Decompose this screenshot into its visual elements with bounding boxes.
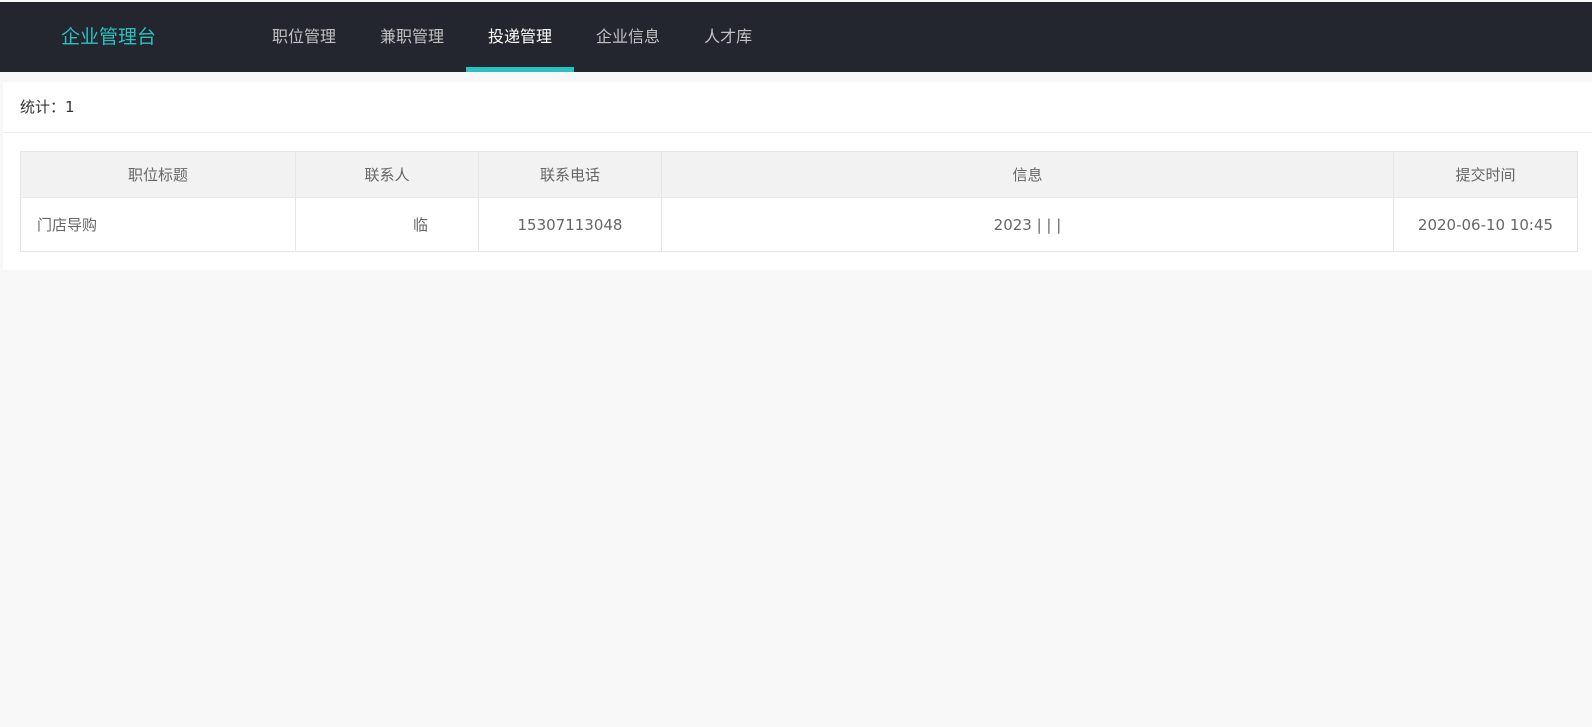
applications-table: 职位标题 联系人 联系电话 信息 提交时间 门店导购 临 15307113048… (20, 151, 1578, 252)
table-container: 职位标题 联系人 联系电话 信息 提交时间 门店导购 临 15307113048… (20, 151, 1578, 252)
nav-item-talent-pool[interactable]: 人才库 (682, 2, 774, 72)
nav-item-application-management[interactable]: 投递管理 (466, 2, 575, 72)
column-header-contact: 联系人 (295, 151, 479, 198)
summary-header: 统计：1 (3, 82, 1592, 133)
cell-phone: 15307113048 (478, 197, 662, 252)
column-header-submit-time: 提交时间 (1393, 151, 1578, 198)
app-logo[interactable]: 企业管理台 (61, 24, 156, 50)
table-header-row: 职位标题 联系人 联系电话 信息 提交时间 (20, 151, 1578, 198)
cell-info: 2023 | | | (661, 197, 1394, 252)
summary-label: 统计： (20, 98, 66, 116)
content-card: 统计：1 职位标题 联系人 联系电话 信息 提交时间 门店导购 临 153071… (3, 82, 1592, 270)
column-header-info: 信息 (661, 151, 1394, 198)
column-header-phone: 联系电话 (478, 151, 662, 198)
nav-item-company-info[interactable]: 企业信息 (574, 2, 682, 72)
column-header-job-title: 职位标题 (20, 151, 296, 198)
table-row[interactable]: 门店导购 临 15307113048 2023 | | | 2020-06-10… (20, 197, 1578, 252)
summary-count: 1 (65, 98, 75, 116)
top-navbar: 企业管理台 职位管理 兼职管理 投递管理 企业信息 人才库 (0, 2, 1592, 72)
nav-item-job-management[interactable]: 职位管理 (250, 2, 358, 72)
nav-item-part-time-management[interactable]: 兼职管理 (358, 2, 466, 72)
cell-job-title: 门店导购 (20, 197, 296, 252)
main-nav: 职位管理 兼职管理 投递管理 企业信息 人才库 (250, 2, 774, 72)
cell-submit-time: 2020-06-10 10:45 (1393, 197, 1578, 252)
cell-contact: 临 (295, 197, 479, 252)
